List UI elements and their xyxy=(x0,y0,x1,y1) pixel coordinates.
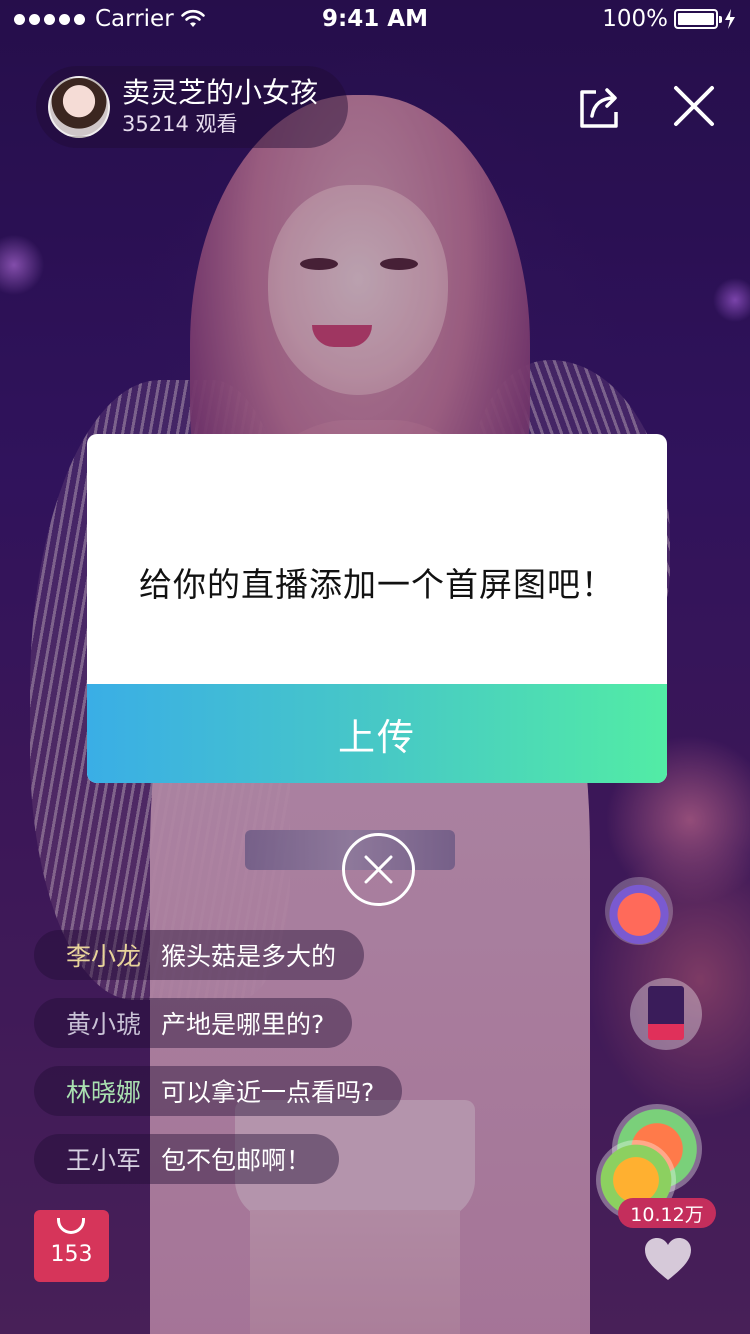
heart-icon[interactable] xyxy=(643,1236,693,1282)
battery-group: 100% xyxy=(602,6,736,32)
share-icon[interactable] xyxy=(576,82,624,130)
upload-button[interactable]: 上传 xyxy=(87,684,667,783)
chat-item: 王小军 包不包邮啊！ xyxy=(34,1134,340,1184)
chat-message: 包不包邮啊！ xyxy=(161,1146,312,1175)
shopping-bag-icon[interactable]: 153 xyxy=(34,1210,109,1282)
chat-username[interactable]: 李小龙 xyxy=(66,937,141,973)
chat-message: 产地是哪里的? xyxy=(161,1010,325,1039)
viewer-count: 35214 观看 xyxy=(122,112,238,136)
host-info-pill[interactable]: 卖灵芝的小女孩 35214 观看 xyxy=(36,66,348,148)
dialog-message: 给你的直播添加一个首屏图吧！ xyxy=(139,565,615,604)
chat-username[interactable]: 林晓娜 xyxy=(66,1073,141,1109)
chat-item: 李小龙 猴头菇是多大的 xyxy=(34,930,365,980)
charging-icon xyxy=(725,9,735,29)
battery-icon xyxy=(674,9,722,29)
battery-percent: 100% xyxy=(602,6,668,32)
chat-item: 黄小琥 产地是哪里的? xyxy=(34,998,353,1048)
chat-item: 林晓娜 可以拿近一点看吗? xyxy=(34,1066,403,1116)
cover-image-dialog: 给你的直播添加一个首屏图吧！ 上传 xyxy=(87,434,667,783)
close-circle-icon[interactable] xyxy=(342,833,415,906)
host-name: 卖灵芝的小女孩 xyxy=(122,76,319,109)
like-count-badge: 10.12万 xyxy=(618,1198,716,1228)
chat-message: 可以拿近一点看吗? xyxy=(161,1078,375,1107)
status-bar: Carrier 9:41 AM 100% xyxy=(0,0,750,40)
cart-count: 153 xyxy=(50,1242,93,1267)
chat-list: 李小龙 猴头菇是多大的 黄小琥 产地是哪里的? 林晓娜 可以拿近一点看吗? 王小… xyxy=(34,930,403,1202)
chat-username[interactable]: 王小军 xyxy=(66,1141,141,1177)
host-avatar[interactable] xyxy=(48,76,110,138)
chat-message: 猴头菇是多大的 xyxy=(161,942,337,971)
floating-gift-icon xyxy=(630,978,702,1050)
floating-gift-icon xyxy=(605,877,673,945)
chat-username[interactable]: 黄小琥 xyxy=(66,1005,141,1041)
close-icon[interactable] xyxy=(670,82,718,130)
